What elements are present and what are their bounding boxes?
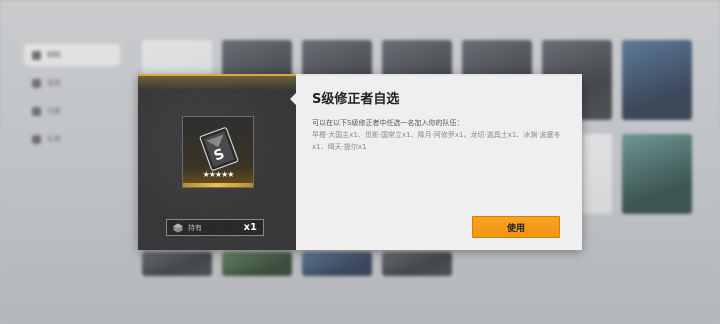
inventory-item[interactable] bbox=[622, 40, 692, 120]
sidebar-item-label: 功能 bbox=[47, 107, 61, 115]
use-button[interactable]: 使用 bbox=[472, 216, 560, 238]
inventory-item[interactable] bbox=[142, 252, 212, 276]
sidebar-item-gifts[interactable]: 礼物 bbox=[24, 128, 120, 150]
inventory-item[interactable] bbox=[382, 252, 452, 276]
rarity-stars: ★★★★★ bbox=[202, 170, 235, 179]
sidebar-item-label: 礼物 bbox=[47, 135, 61, 143]
gifts-icon bbox=[32, 134, 41, 144]
item-preview-panel: S ★★★★★ 持有 x1 bbox=[138, 74, 296, 250]
sidebar-item-materials[interactable]: 材料 bbox=[24, 44, 120, 66]
item-detail-dialog: S ★★★★★ 持有 x1 S级修正者自选 可以在以下S级修正者中任选一名加入你… bbox=[138, 74, 582, 250]
item-info-panel: S级修正者自选 可以在以下S级修正者中任选一名加入你的队伍： 早樱·大国主x1、… bbox=[290, 74, 582, 250]
pointer-arrow bbox=[290, 93, 296, 105]
dialog-title: S级修正者自选 bbox=[312, 92, 400, 107]
owned-count-box: 持有 x1 bbox=[166, 219, 264, 236]
functions-icon bbox=[32, 106, 41, 116]
item-icon-frame: S ★★★★★ bbox=[182, 116, 254, 188]
sidebar-item-label: 材料 bbox=[47, 51, 61, 59]
inventory-item[interactable] bbox=[622, 134, 692, 214]
cube-icon bbox=[173, 223, 183, 232]
inventory-item[interactable] bbox=[302, 252, 372, 276]
props-icon bbox=[32, 78, 41, 88]
card-pack-icon: S bbox=[199, 127, 239, 171]
sidebar-item-props[interactable]: 道具 bbox=[24, 72, 120, 94]
sidebar: 材料 道具 功能 礼物 bbox=[24, 44, 120, 156]
owned-count: x1 bbox=[243, 222, 257, 233]
owned-label: 持有 bbox=[188, 223, 202, 232]
candidate-list: 早樱·大国主x1、觅影·国常立x1、降月·阿修罗x1、龙切·迦具土x1、冰渊·波… bbox=[312, 131, 561, 151]
materials-icon bbox=[32, 50, 41, 60]
inventory-item[interactable] bbox=[582, 134, 612, 214]
inventory-item[interactable] bbox=[222, 252, 292, 276]
rarity-bar bbox=[183, 183, 253, 187]
dialog-description: 可以在以下S级修正者中任选一名加入你的队伍： bbox=[312, 119, 464, 127]
sidebar-item-functions[interactable]: 功能 bbox=[24, 100, 120, 122]
sidebar-item-label: 道具 bbox=[47, 79, 61, 87]
